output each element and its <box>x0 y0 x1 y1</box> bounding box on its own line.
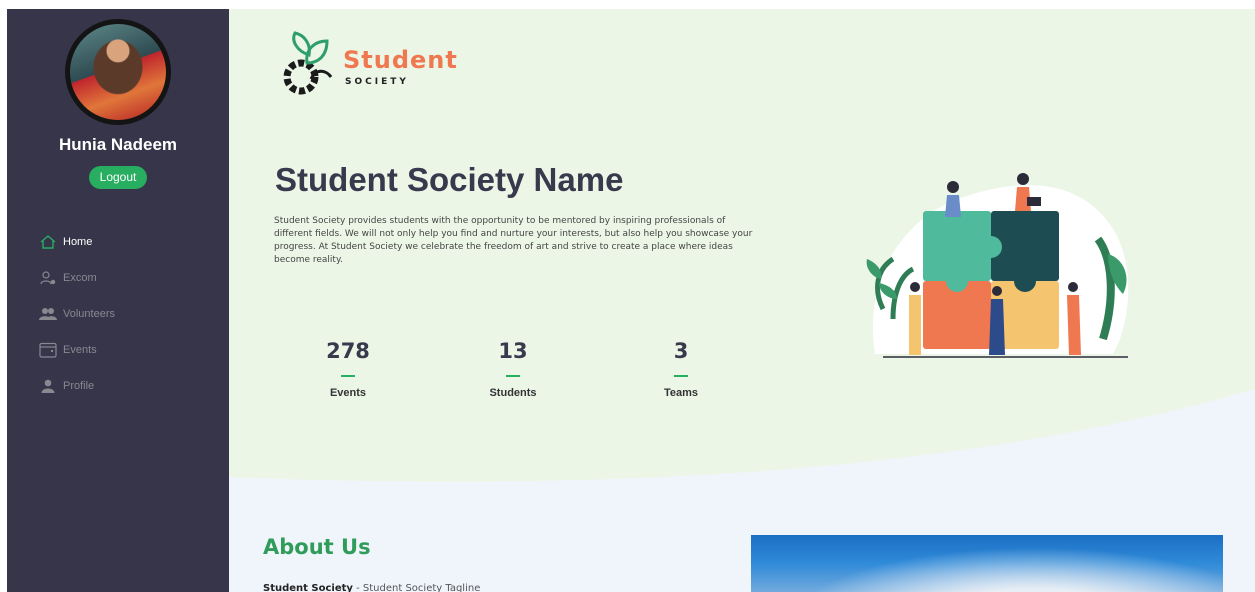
people-icon <box>39 306 57 322</box>
avatar[interactable] <box>65 19 171 125</box>
society-name: Student Society <box>263 583 353 592</box>
sidebar-nav: Home Excom Volunteers Events Profile <box>39 224 115 404</box>
sidebar-item-home[interactable]: Home <box>39 224 115 260</box>
sidebar-item-label: Profile <box>63 380 95 392</box>
sidebar: Hunia Nadeem Logout Home Excom Volunteer… <box>7 9 229 592</box>
home-icon <box>39 234 57 250</box>
hero-curve-divider <box>229 389 1255 499</box>
logo-subtitle: SOCIETY <box>345 77 409 87</box>
logo[interactable] <box>271 27 351 111</box>
hero-description: Student Society provides students with t… <box>274 216 753 265</box>
main-content: Student SOCIETY Student Society Name Stu… <box>229 9 1255 592</box>
stat-value: 3 <box>673 339 689 363</box>
sidebar-item-excom[interactable]: Excom <box>39 260 115 296</box>
calendar-icon <box>39 342 57 358</box>
teamwork-puzzle-illustration <box>863 159 1138 373</box>
stat-value: 278 <box>326 339 370 363</box>
sidebar-item-events[interactable]: Events <box>39 332 115 368</box>
sidebar-item-label: Home <box>63 236 93 248</box>
sidebar-item-label: Excom <box>63 272 97 284</box>
sidebar-item-label: Volunteers <box>63 308 115 320</box>
logout-button[interactable]: Logout <box>89 166 147 189</box>
logo-title: Student <box>343 46 458 74</box>
about-tagline: Student Society - Student Society Taglin… <box>263 583 480 592</box>
person-icon <box>39 378 57 394</box>
society-tagline: - Student Society Tagline <box>356 583 481 592</box>
page-title: Student Society Name <box>275 161 624 198</box>
app-frame: Hunia Nadeem Logout Home Excom Volunteer… <box>7 9 1255 592</box>
sidebar-item-label: Events <box>63 344 97 356</box>
sidebar-item-profile[interactable]: Profile <box>39 368 115 404</box>
stat-value: 13 <box>498 339 528 363</box>
about-heading: About Us <box>263 535 371 559</box>
about-image <box>751 535 1223 592</box>
sidebar-item-volunteers[interactable]: Volunteers <box>39 296 115 332</box>
user-name: Hunia Nadeem <box>58 135 178 154</box>
users-gear-icon <box>39 270 57 286</box>
